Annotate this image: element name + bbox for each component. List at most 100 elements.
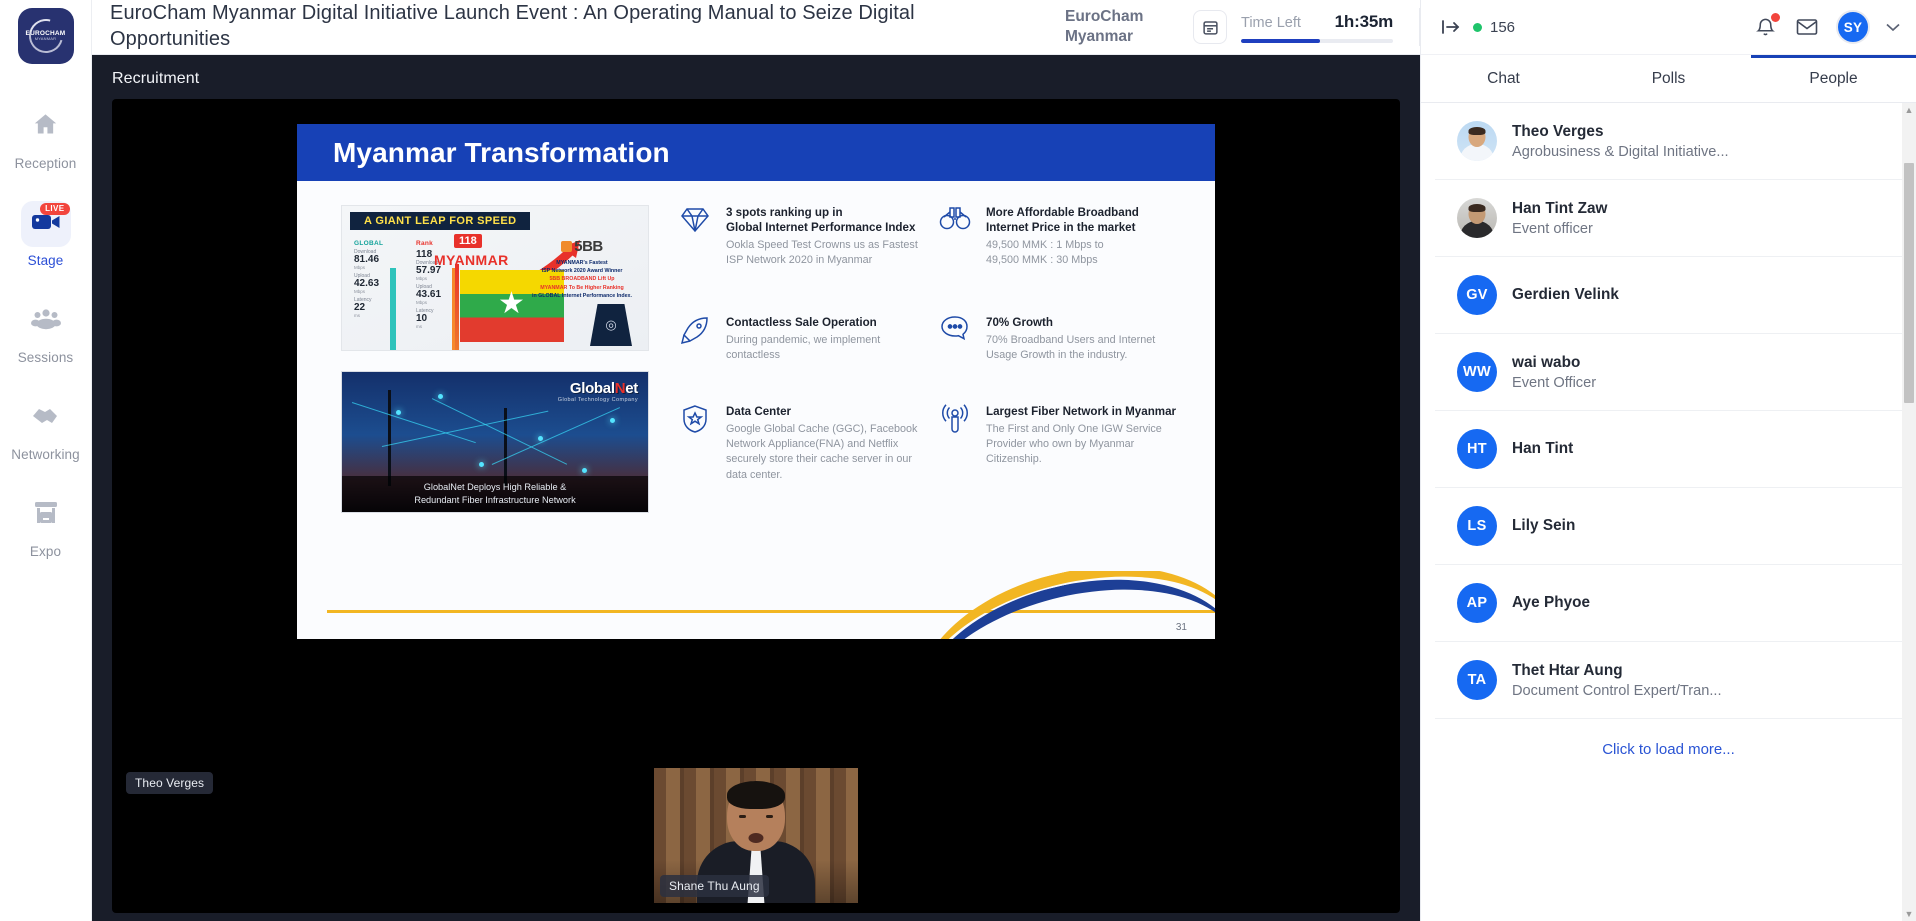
person-name: Thet Htar Aung bbox=[1512, 661, 1623, 679]
list-item[interactable]: Han Tint Zaw Event officer bbox=[1435, 180, 1902, 257]
list-item[interactable]: WW wai wabo Event Officer bbox=[1435, 334, 1902, 411]
time-left-label: Time Left bbox=[1241, 14, 1301, 31]
person-name: Gerdien Velink bbox=[1512, 286, 1619, 303]
right-panel-tabs: Chat Polls People bbox=[1421, 55, 1916, 103]
fact-title-5: Data Center bbox=[726, 404, 792, 418]
sidebar-item-reception[interactable]: Reception bbox=[0, 94, 91, 177]
globalnet-caption-line1: GlobalNet Deploys High Reliable & bbox=[423, 482, 567, 493]
metric-unit: Mbps bbox=[354, 289, 366, 294]
fact-body-4: 70% Broadband Users and Internet Usage G… bbox=[986, 333, 1156, 362]
video-canvas[interactable]: Myanmar Transformation A GIANT LEAP FOR … bbox=[112, 99, 1400, 913]
logo-line-2: MYANMAR bbox=[34, 36, 57, 42]
global-metrics-column: GLOBAL Download 81.46 Mbps Upload 42.63 Mbps… bbox=[354, 240, 412, 321]
provider-logo: 5BB bbox=[574, 238, 603, 255]
award-trophy-icon bbox=[590, 304, 632, 346]
sidebar-item-stage[interactable]: LIVE Stage bbox=[0, 191, 91, 274]
organizer-name: EuroCham Myanmar bbox=[1065, 8, 1144, 45]
person-info: Han Tint Zaw Event officer bbox=[1512, 200, 1608, 237]
stage-area: Recruitment Myanmar Transformation A GIA… bbox=[92, 55, 1420, 921]
person-name: Theo Verges bbox=[1512, 122, 1604, 140]
sidebar-item-networking[interactable]: Networking bbox=[0, 385, 91, 468]
person-name: Aye Phyoe bbox=[1512, 594, 1591, 611]
people-list[interactable]: Theo Verges Agrobusiness & Digital Initia… bbox=[1421, 103, 1916, 921]
chevron-down-icon[interactable] bbox=[1886, 20, 1900, 35]
user-avatar[interactable]: SY bbox=[1836, 10, 1870, 44]
eurocham-logo[interactable]: EUROCHAM MYANMAR bbox=[17, 8, 74, 64]
time-left-progressbar bbox=[1241, 38, 1393, 43]
list-item[interactable]: Theo Verges Agrobusiness & Digital Initia… bbox=[1435, 103, 1902, 180]
speech-bubble-icon bbox=[937, 315, 973, 351]
tab-chat[interactable]: Chat bbox=[1421, 55, 1586, 102]
right-sidebar-header: 156 SY bbox=[1421, 0, 1916, 55]
attendee-count-value: 156 bbox=[1490, 18, 1516, 36]
fact-title-6: Largest Fiber Network in Myanmar bbox=[986, 404, 1177, 418]
fact-body-2: 49,500 MMK : 1 Mbps to 49,500 MMK : 30 M… bbox=[986, 239, 1104, 267]
metric-unit: ms bbox=[354, 313, 360, 318]
provider-mark-icon bbox=[561, 241, 573, 252]
people-list-scrollbar[interactable]: ▲ ▼ bbox=[1902, 103, 1916, 921]
metric-unit: Mbps bbox=[354, 265, 366, 270]
tab-polls[interactable]: Polls bbox=[1586, 55, 1751, 102]
avatar bbox=[1457, 198, 1497, 238]
fact-body-3: During pandemic, we implement contactles… bbox=[726, 333, 881, 362]
virtual-event-app: EUROCHAM MYANMAR Reception LIVE Stage Se… bbox=[0, 0, 1916, 921]
globalnet-logo-c: et bbox=[625, 380, 638, 397]
speed-infographic: A GIANT LEAP FOR SPEED GLOBAL Download 81… bbox=[341, 205, 649, 351]
mail-icon[interactable] bbox=[1794, 14, 1820, 40]
nav-items: Reception LIVE Stage Sessions Networking… bbox=[0, 94, 91, 579]
list-item[interactable]: GV Gerdien Velink bbox=[1435, 257, 1902, 334]
sidebar-item-expo[interactable]: Expo bbox=[0, 482, 91, 565]
globalnet-logo-b: N bbox=[614, 380, 626, 397]
list-item[interactable]: AP Aye Phyoe bbox=[1435, 565, 1902, 642]
sidebar-label-reception: Reception bbox=[14, 156, 77, 171]
globalnet-photo: GlobalNet Global Technology Company Glob… bbox=[341, 371, 649, 513]
scrollbar-thumb[interactable] bbox=[1904, 163, 1914, 403]
handshake-icon bbox=[31, 404, 61, 433]
collapse-panel-icon[interactable] bbox=[1437, 13, 1465, 41]
bell-icon[interactable] bbox=[1752, 13, 1780, 40]
avatar: TA bbox=[1457, 660, 1497, 700]
scroll-down-arrow-icon[interactable]: ▼ bbox=[1902, 907, 1916, 921]
notification-badge bbox=[1771, 13, 1780, 22]
fact-item: More Affordable Broadband Internet Price … bbox=[937, 205, 1197, 269]
person-info: Han Tint bbox=[1512, 440, 1573, 458]
load-more-button[interactable]: Click to load more... bbox=[1421, 719, 1916, 780]
online-attendee-count: 156 bbox=[1473, 19, 1515, 36]
speaker-video-tile[interactable]: Shane Thu Aung bbox=[654, 768, 858, 903]
sidebar-item-sessions[interactable]: Sessions bbox=[0, 288, 91, 371]
global-label: GLOBAL bbox=[354, 240, 384, 247]
list-item[interactable]: TA Thet Htar Aung Document Control Expert/… bbox=[1435, 642, 1902, 719]
list-item[interactable]: HT Han Tint bbox=[1435, 411, 1902, 488]
list-item[interactable]: LS Lily Sein bbox=[1435, 488, 1902, 565]
slide-body: A GIANT LEAP FOR SPEED GLOBAL Download 81… bbox=[297, 181, 1215, 639]
calendar-icon[interactable] bbox=[1193, 10, 1227, 44]
fact-title-1a: 3 spots ranking up in bbox=[726, 206, 843, 219]
person-info: Aye Phyoe bbox=[1512, 594, 1590, 612]
person-name: Han Tint Zaw bbox=[1512, 199, 1608, 217]
facts-grid: 3 spots ranking up in Global Internet Per… bbox=[677, 205, 1197, 493]
person-info: wai wabo Event Officer bbox=[1512, 354, 1596, 391]
person-info: Theo Verges Agrobusiness & Digital Initia… bbox=[1512, 123, 1729, 160]
global-metric: Latency 22 ms bbox=[354, 297, 412, 318]
people-group-icon bbox=[30, 307, 61, 336]
person-name: Han Tint bbox=[1512, 440, 1574, 457]
home-icon bbox=[32, 111, 59, 143]
person-role: Document Control Expert/Tran... bbox=[1512, 682, 1722, 699]
person-role: Event officer bbox=[1512, 220, 1593, 237]
metric-value: 22 bbox=[354, 302, 366, 313]
fact-title-2a: More Affordable Broadband bbox=[986, 206, 1139, 219]
person-role: Agrobusiness & Digital Initiative... bbox=[1512, 143, 1729, 160]
provider-caption-4: MYANMAR To Be Higher Ranking bbox=[540, 284, 624, 291]
fact-title-2b: Internet Price in the market bbox=[986, 221, 1136, 235]
scroll-up-arrow-icon[interactable]: ▲ bbox=[1902, 103, 1916, 117]
presentation-slide[interactable]: Myanmar Transformation A GIANT LEAP FOR … bbox=[297, 124, 1215, 639]
sidebar-label-stage: Stage bbox=[27, 253, 64, 268]
person-info: Thet Htar Aung Document Control Expert/Tr… bbox=[1512, 662, 1722, 699]
tab-people[interactable]: People bbox=[1751, 55, 1916, 102]
left-nav-rail: EUROCHAM MYANMAR Reception LIVE Stage Se… bbox=[0, 0, 92, 921]
provider-block: 5BB MYANMAR's Fastest ISP Network 2020 A… bbox=[524, 238, 640, 300]
event-topbar: EuroCham Myanmar Digital Initiative Laun… bbox=[92, 0, 1420, 55]
sidebar-label-networking: Networking bbox=[11, 447, 80, 462]
global-metric: Download 81.46 Mbps bbox=[354, 249, 412, 270]
fact-item: Contactless Sale Operation During pandem… bbox=[677, 315, 937, 364]
